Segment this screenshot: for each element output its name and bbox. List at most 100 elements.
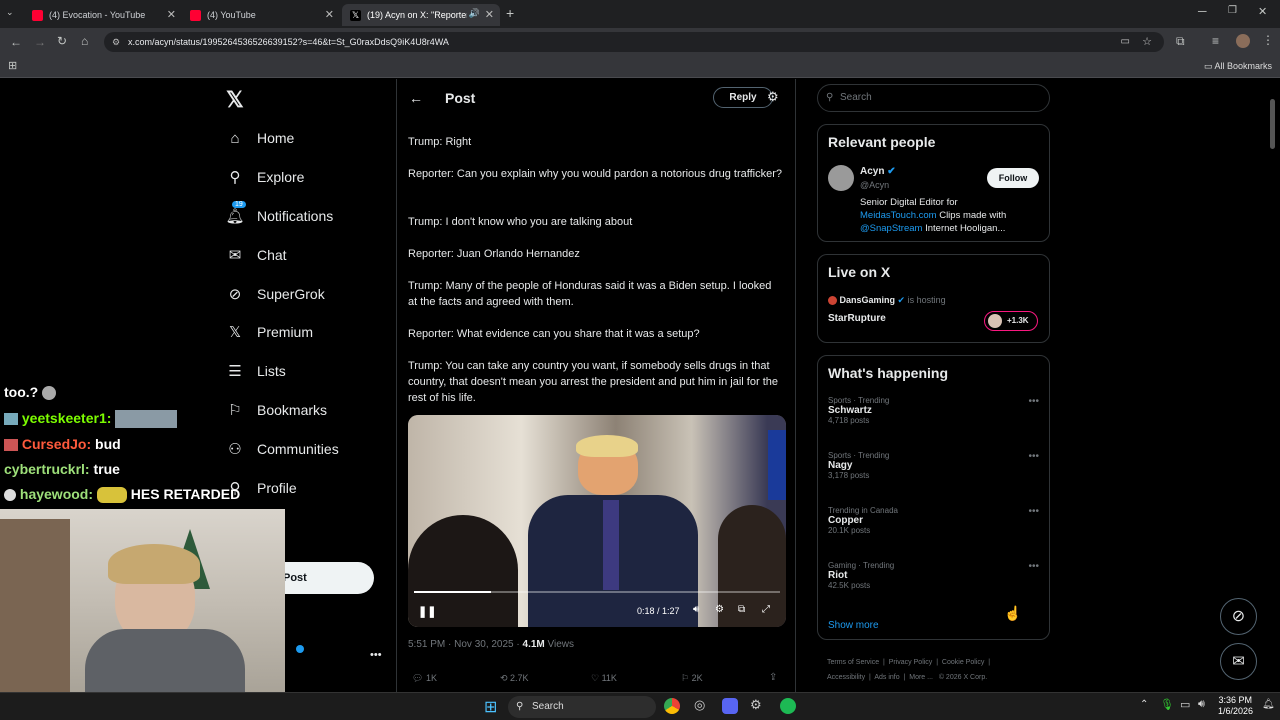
chrome-icon[interactable] (664, 698, 680, 714)
bio-link[interactable]: MeidasTouch.com (860, 210, 937, 221)
nav-explore[interactable]: ⚲ Explore (226, 165, 305, 189)
reply-action[interactable]: 💬︎ 1K (412, 673, 437, 684)
site-info-icon[interactable]: ⚙ (112, 32, 120, 52)
tab-youtube[interactable]: (4) YouTube ✕ (182, 4, 340, 26)
maximize-icon[interactable]: ❐ (1228, 5, 1237, 16)
spotify-icon[interactable] (780, 698, 796, 714)
more-icon[interactable]: ••• (1028, 561, 1039, 572)
app-icon[interactable]: ◎ (694, 697, 705, 713)
volume-icon[interactable]: 🔊︎ (693, 604, 699, 615)
clock[interactable]: 3:36 PM 1/6/2026 (1218, 695, 1253, 717)
post-line: Reporter: What evidence can you share th… (408, 328, 700, 340)
scrollbar-thumb[interactable] (1270, 99, 1275, 149)
mic-icon[interactable]: 🎙︎ (1160, 698, 1174, 711)
person-name[interactable]: Acyn ✔ (860, 166, 896, 177)
live-host[interactable]: DansGaming ✔ is hosting (828, 295, 946, 306)
trend-item[interactable]: Trending in Canada Copper 20.1K posts (828, 506, 1038, 535)
profile-avatar[interactable] (1236, 34, 1250, 48)
home-icon[interactable]: ⌂ (81, 34, 88, 48)
nav-notifications[interactable]: 🔔︎ 19 Notifications (225, 201, 333, 228)
like-action[interactable]: ♡ 11K (591, 673, 617, 684)
footer-link[interactable]: Accessibility (827, 674, 865, 681)
share-icon[interactable]: ⇪ (769, 672, 777, 683)
menu-icon[interactable]: ⋮ (1262, 33, 1274, 47)
avatar[interactable] (828, 165, 854, 191)
footer-link[interactable]: Ads info (874, 674, 899, 681)
footer-link[interactable]: Cookie Policy (942, 659, 984, 666)
taskbar-search[interactable]: ⚲ Search (508, 696, 656, 718)
network-icon[interactable]: ▭ (1180, 698, 1190, 711)
fullscreen-icon[interactable]: ⤢ (762, 604, 770, 615)
close-tab-icon[interactable]: ✕ (485, 8, 494, 21)
messages-float-button[interactable]: ✉ (1220, 643, 1257, 680)
tray-chevron-icon[interactable]: ⌃ (1140, 699, 1148, 710)
list-icon: ☰ (228, 363, 242, 380)
bookmark-star-icon[interactable]: ☆ (1142, 32, 1152, 52)
url-bar[interactable]: ⚙ x.com/acyn/status/1995264536526639152?… (104, 32, 1164, 52)
speaker-icon[interactable]: 🔊 (469, 8, 480, 19)
nav-bookmarks[interactable]: ⚐ Bookmarks (226, 398, 327, 422)
tab-search-icon[interactable]: ⌄ (6, 7, 14, 18)
x-logo-icon[interactable]: 𝕏 (226, 87, 244, 113)
tab-evocation[interactable]: (4) Evocation - YouTube ✕ (24, 4, 182, 26)
back-icon[interactable]: ← (10, 35, 22, 49)
nav-home[interactable]: ⌂ Home (226, 126, 294, 150)
steam-icon[interactable]: ⚙ (750, 697, 762, 713)
minimize-icon[interactable]: ─ (1198, 4, 1207, 18)
nav-chat[interactable]: ✉ Chat (226, 243, 287, 267)
discord-icon[interactable] (722, 698, 738, 714)
forward-icon[interactable]: → (34, 35, 46, 49)
copyright: © 2026 X Corp. (938, 674, 988, 681)
tab-acyn-x[interactable]: 𝕏 (19) Acyn on X: "Reporter: \ 🔊 ✕ (342, 4, 500, 26)
close-tab-icon[interactable]: ✕ (325, 8, 334, 21)
reload-icon[interactable]: ↻ (57, 34, 67, 48)
more-icon[interactable]: ••• (1028, 396, 1039, 407)
pip-icon[interactable]: ⧉ (738, 604, 745, 615)
media-icon[interactable]: ≡ (1212, 34, 1219, 48)
nav-lists[interactable]: ☰ Lists (226, 359, 286, 383)
chat-message: yeetskeeter1: (4, 410, 178, 429)
bookmark-icon: ⚐ (681, 673, 692, 683)
repost-action[interactable]: ⟲ 2.7K (500, 673, 529, 684)
windows-start-icon[interactable]: ⊞ (484, 697, 497, 717)
notification-bell-icon[interactable]: 🔔︎ (1262, 699, 1275, 710)
close-window-icon[interactable]: ✕ (1258, 5, 1267, 18)
badge-icon (4, 439, 18, 452)
more-icon[interactable]: ••• (1028, 506, 1039, 517)
live-show-title[interactable]: StarRupture (828, 313, 886, 324)
trend-item[interactable]: Sports · Trending Nagy 3,178 posts (828, 451, 1038, 480)
filter-icon[interactable]: ⚙ (767, 89, 779, 105)
live-listeners-badge[interactable]: +1.3K (984, 311, 1038, 331)
back-arrow-icon[interactable]: ← (409, 90, 423, 106)
search-input[interactable]: ⚲ Search (817, 84, 1050, 112)
reply-button[interactable]: Reply (713, 87, 773, 108)
footer-link[interactable]: Privacy Policy (889, 659, 933, 666)
account-menu-icon[interactable]: ••• (370, 649, 382, 661)
extensions-icon[interactable]: ⧉ (1176, 34, 1185, 49)
trend-item[interactable]: Gaming · Trending Riot 42.5K posts (828, 561, 1038, 590)
follow-button[interactable]: Follow (987, 168, 1039, 188)
nav-communities[interactable]: ⚇ Communities (226, 437, 338, 461)
pause-icon[interactable]: ❚❚ (418, 605, 436, 618)
more-icon[interactable]: ••• (1028, 451, 1039, 462)
apps-icon[interactable]: ⊞ (8, 59, 17, 72)
cast-icon[interactable]: ▭ (1121, 32, 1130, 52)
bio-link[interactable]: @SnapStream (860, 223, 922, 234)
footer-link[interactable]: Terms of Service (827, 659, 879, 666)
emote-icon (115, 410, 178, 429)
footer-link[interactable]: More ... (909, 674, 933, 681)
close-tab-icon[interactable]: ✕ (167, 8, 176, 21)
new-tab-icon[interactable]: + (506, 5, 514, 21)
grok-float-button[interactable]: ⊘ (1220, 598, 1257, 635)
nav-premium[interactable]: 𝕏 Premium (226, 320, 313, 344)
trend-item[interactable]: Sports · Trending Schwartz 4,718 posts (828, 396, 1038, 425)
volume-icon[interactable]: 🔊︎ (1198, 698, 1205, 711)
bookmark-action[interactable]: ⚐ 2K (681, 673, 703, 684)
url-text: x.com/acyn/status/1995264536526639152?s=… (128, 37, 449, 47)
settings-icon[interactable]: ⚙ (715, 604, 724, 615)
video-player[interactable]: ❚❚ 0:18 / 1:27 🔊︎ ⚙ ⧉ ⤢ (408, 415, 786, 627)
nav-supergrok[interactable]: ⊘ SuperGrok (226, 282, 325, 306)
all-bookmarks[interactable]: ▭ All Bookmarks (1204, 61, 1272, 72)
show-more-link[interactable]: Show more (828, 620, 879, 631)
video-progress-track[interactable] (414, 591, 780, 593)
